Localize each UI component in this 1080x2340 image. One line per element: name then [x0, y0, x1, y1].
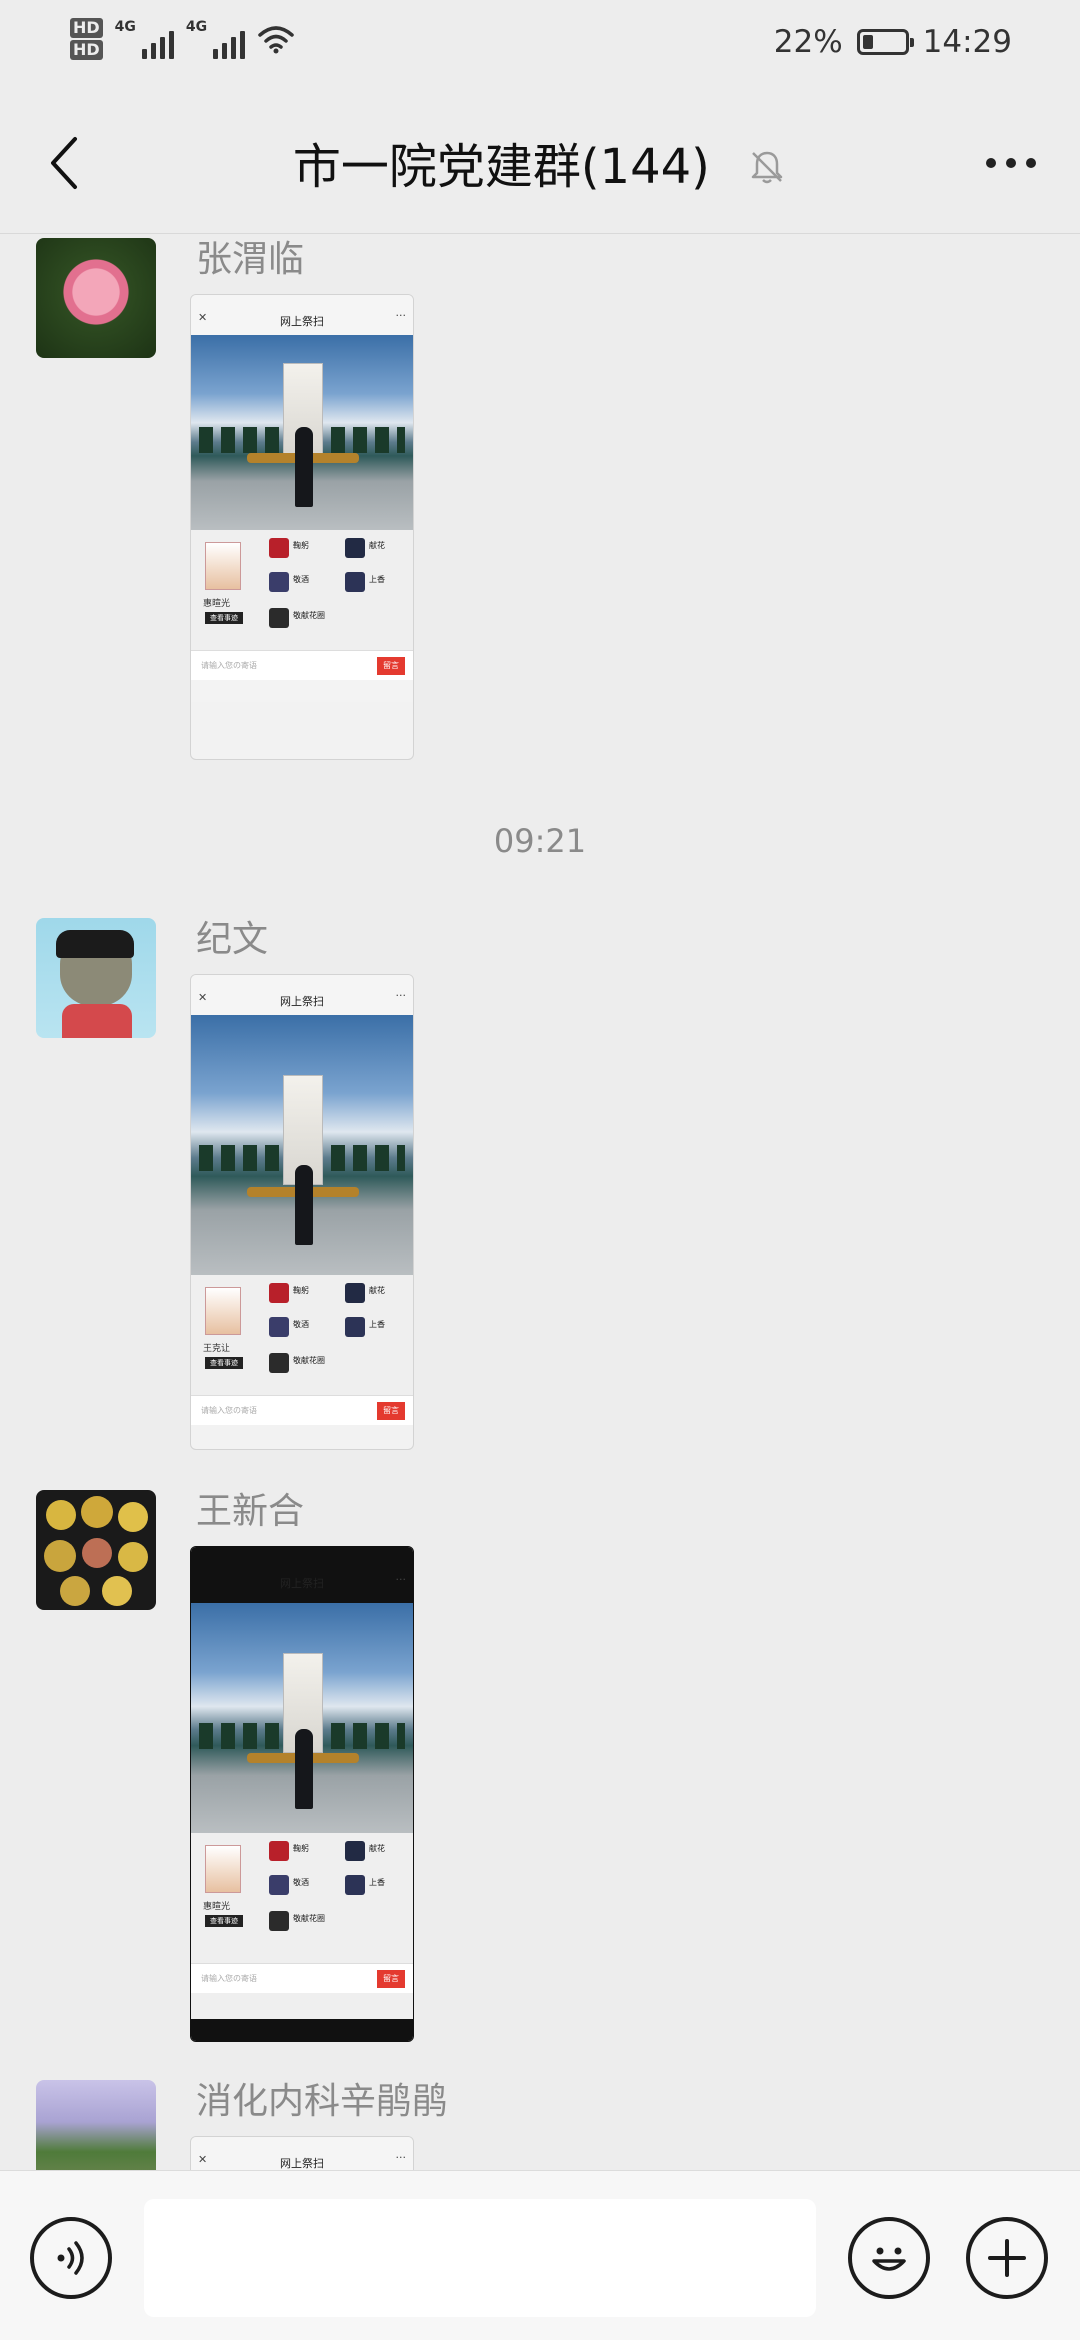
mini-inputbar: 请输入您の寄语 留言: [191, 650, 413, 680]
item-label: 献花: [369, 541, 385, 550]
sender-name: 王新合: [196, 1491, 305, 1532]
item-label: 献花: [369, 1286, 385, 1295]
emoji-icon: [872, 2247, 906, 2271]
mini-title: 网上祭扫: [280, 995, 324, 1008]
item-label: 献花: [369, 1844, 385, 1853]
battery-percent: 22%: [773, 24, 843, 60]
network-type-1: 4G: [114, 19, 136, 35]
mini-send: 留言: [377, 657, 405, 675]
image-message[interactable]: ✕ 网上祭扫 ··· 惠暄光 查看事迹 鞠躬 献花 敬酒 上香 敬献花圈 请输入…: [190, 294, 414, 760]
mini-statusbar: [191, 1547, 413, 1565]
battery-icon: [856, 29, 914, 55]
mini-titlebar: ✕ 网上祭扫 ···: [191, 975, 413, 1015]
voice-icon: [57, 2241, 84, 2275]
mute-bell-icon: [751, 151, 783, 184]
detail-button: 查看事迹: [205, 1357, 243, 1369]
item-label: 敬酒: [293, 1320, 309, 1329]
mini-send: 留言: [377, 1402, 405, 1420]
item-label: 上香: [369, 575, 385, 584]
memorial-scene: [191, 1015, 413, 1275]
mini-titlebar: 网上祭扫 ···: [191, 1565, 413, 1603]
clock: 14:29: [922, 24, 1012, 60]
sender-name: 张渭临: [196, 239, 305, 280]
mini-input-placeholder: 请输入您の寄语: [201, 1974, 257, 1983]
time-divider: 09:21: [493, 822, 587, 860]
more-functions-button[interactable]: [966, 2217, 1048, 2299]
more-icon: [986, 158, 996, 168]
plus-icon: [988, 2239, 1026, 2277]
network-indicators: HD HD 4G 4G: [70, 18, 295, 60]
mini-title: 网上祭扫: [280, 1577, 324, 1590]
chat-screen: HD HD 4G 4G 22% 14:29 市一院党建群(144) 张渭临 ✕ …: [0, 0, 1080, 2340]
avatar[interactable]: [36, 918, 156, 1038]
chat-title-wrap: 市一院党建群(144): [0, 134, 1080, 197]
item-label: 鞠躬: [293, 1286, 309, 1295]
action-panel: 惠暄光 查看事迹 鞠躬 献花 敬酒 上香 敬献花圈: [191, 1833, 413, 1963]
item-label: 鞠躬: [293, 541, 309, 550]
memorial-name: 王克让: [203, 1344, 231, 1354]
emoji-button[interactable]: [848, 2217, 930, 2299]
mini-title: 网上祭扫: [280, 2157, 324, 2170]
input-bar: [0, 2170, 1080, 2340]
mini-title: 网上祭扫: [280, 315, 324, 328]
memorial-scene: [191, 335, 413, 530]
sender-name: 纪文: [196, 919, 269, 960]
memorial-name: 惠暄光: [203, 1902, 231, 1912]
mini-input-placeholder: 请输入您の寄语: [201, 1406, 257, 1415]
memorial-scene: [191, 1603, 413, 1833]
hd-badges: HD HD: [70, 18, 103, 60]
mini-titlebar: ✕ 网上祭扫 ···: [191, 295, 413, 335]
item-label: 上香: [369, 1320, 385, 1329]
mini-inputbar: 请输入您の寄语 留言: [191, 1963, 413, 1993]
memorial-name: 惠暄光: [203, 599, 231, 609]
status-right: 22% 14:29: [774, 24, 1012, 60]
chat-header: 市一院党建群(144): [0, 92, 1080, 234]
message-input[interactable]: [144, 2199, 816, 2317]
action-panel: 惠暄光 查看事迹 鞠躬 献花 敬酒 上香 敬献花圈: [191, 530, 413, 650]
avatar[interactable]: [36, 1490, 156, 1610]
network-type-2: 4G: [185, 19, 208, 35]
chat-title: 市一院党建群(144): [292, 139, 710, 195]
item-label: 上香: [369, 1878, 385, 1887]
hd2-badge: HD: [70, 40, 103, 60]
item-label: 敬献花圈: [293, 611, 325, 620]
item-label: 敬酒: [293, 1878, 309, 1887]
status-bar: HD HD 4G 4G 22% 14:29: [0, 0, 1080, 92]
voice-button[interactable]: [30, 2217, 112, 2299]
signal-icon-2: 4G: [185, 19, 246, 59]
mini-inputbar: 请输入您の寄语 留言: [191, 1395, 413, 1425]
mini-input-placeholder: 请输入您の寄语: [201, 661, 257, 670]
item-label: 敬酒: [293, 575, 309, 584]
hd1-badge: HD: [70, 18, 103, 38]
detail-button: 查看事迹: [205, 1915, 243, 1927]
mini-send: 留言: [377, 1970, 405, 1988]
wifi-icon: [258, 26, 294, 54]
more-button[interactable]: [976, 138, 1046, 188]
item-label: 鞠躬: [293, 1844, 309, 1853]
detail-button: 查看事迹: [205, 612, 243, 624]
action-panel: 王克让 查看事迹 鞠躬 献花 敬酒 上香 敬献花圈: [191, 1275, 413, 1395]
battery-level: [862, 35, 873, 49]
signal-icon: 4G: [115, 19, 174, 59]
item-label: 敬献花圈: [293, 1914, 325, 1923]
item-label: 敬献花圈: [293, 1356, 325, 1365]
avatar[interactable]: [36, 238, 156, 358]
sender-name: 消化内科辛鹃鹃: [196, 2081, 449, 2122]
image-message[interactable]: ✕ 网上祭扫 ··· 王克让 查看事迹 鞠躬 献花 敬酒 上香 敬献花圈 请输入…: [190, 974, 414, 1450]
image-message[interactable]: 网上祭扫 ··· 惠暄光 查看事迹 鞠躬 献花 敬酒 上香 敬献花圈 请输入您の…: [190, 1546, 414, 2042]
